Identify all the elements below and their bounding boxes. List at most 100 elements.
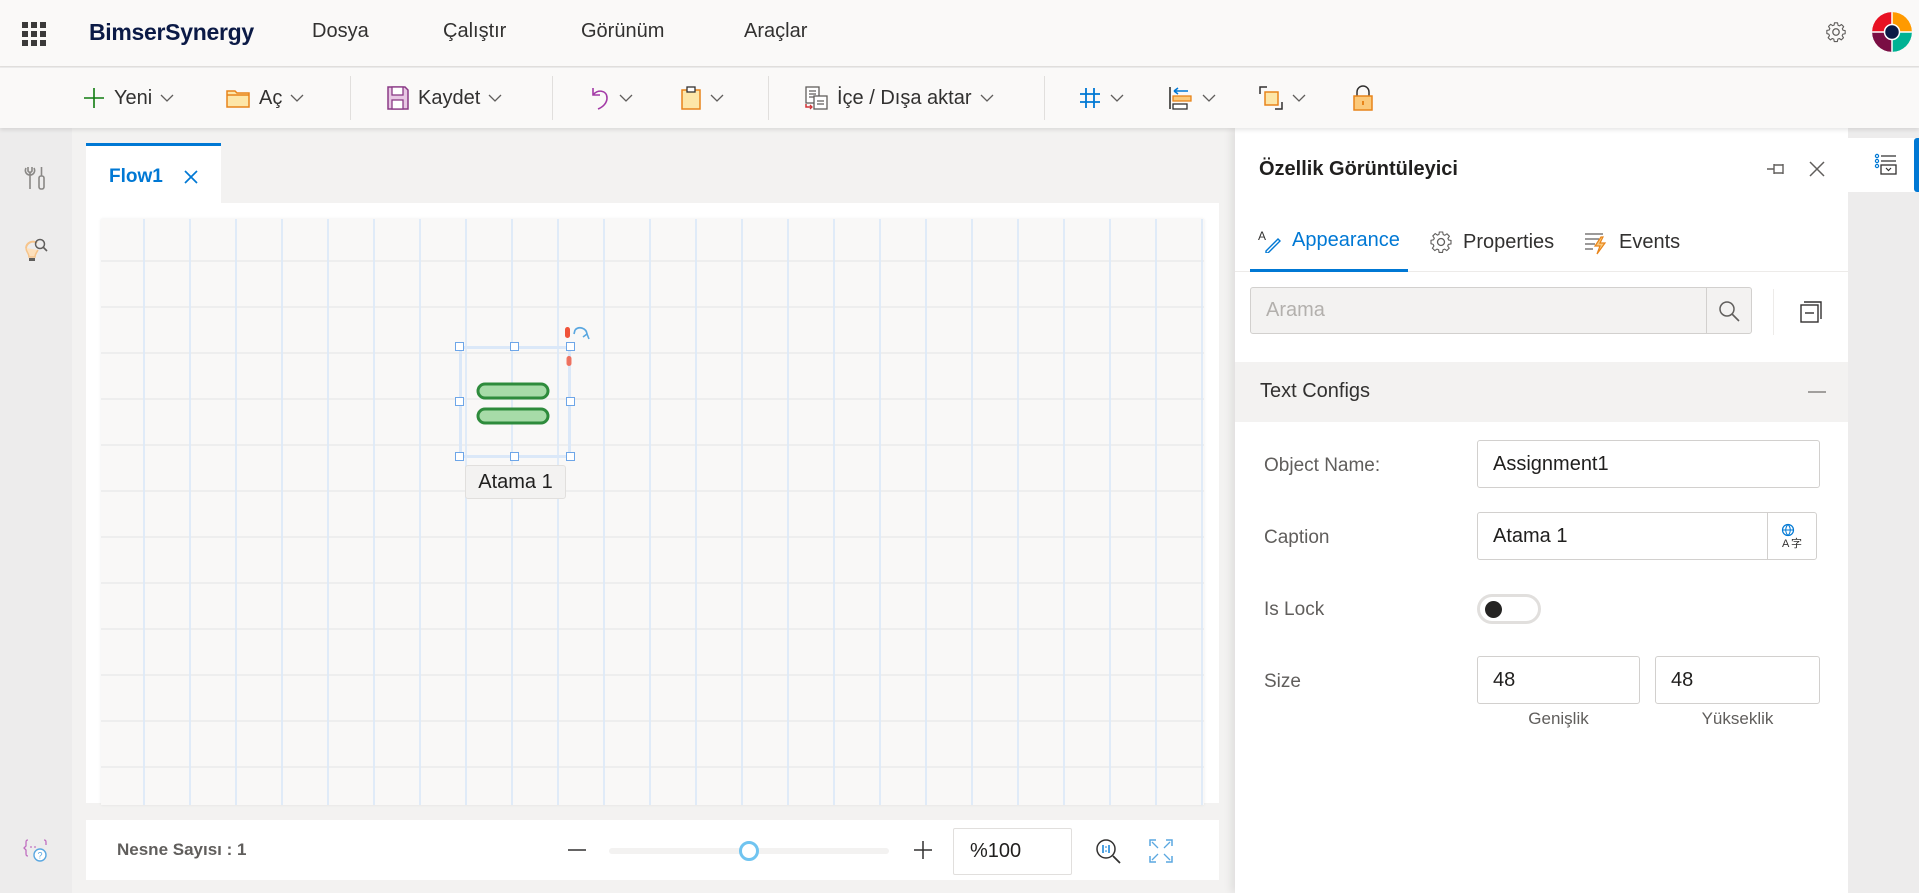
zoom-slider-thumb[interactable]	[739, 841, 759, 861]
rotate-icon[interactable]	[565, 325, 595, 349]
panel-tabs: A Appearance Properties Events	[1235, 212, 1848, 272]
panel-title: Özellik Görüntüleyici	[1259, 158, 1458, 180]
translate-button[interactable]: A 字	[1767, 512, 1817, 560]
width-caption: Genişlik	[1528, 709, 1589, 728]
caption-input[interactable]: Atama 1	[1477, 512, 1817, 560]
zoom-out-icon[interactable]	[566, 839, 588, 861]
svg-text:A: A	[1258, 229, 1266, 243]
lock-button[interactable]	[1351, 80, 1375, 116]
collapse-icon[interactable]	[1808, 391, 1826, 393]
gear-icon[interactable]	[1825, 21, 1847, 43]
chevron-down-icon	[980, 94, 993, 102]
zoom-level-input[interactable]: %100	[953, 828, 1072, 875]
flow-canvas[interactable]	[101, 219, 1204, 805]
tab-events[interactable]: Events	[1583, 212, 1680, 272]
object-count: Nesne Sayısı : 1	[117, 840, 247, 859]
folder-icon	[226, 90, 250, 108]
import-export-icon	[805, 86, 828, 110]
svg-text:?: ?	[37, 851, 42, 861]
tab-appearance[interactable]: A Appearance	[1250, 212, 1408, 272]
resize-handle-n[interactable]	[510, 342, 519, 351]
import-export-button[interactable]: İçe / Dışa aktar	[803, 80, 994, 116]
resize-handle-s[interactable]	[510, 452, 519, 461]
property-panel: Özellik Görüntüleyici A Appearance Prope…	[1235, 128, 1848, 893]
is-lock-toggle[interactable]	[1477, 594, 1541, 624]
toggle-knob	[1485, 601, 1502, 618]
fit-to-screen-icon[interactable]	[1148, 838, 1174, 864]
zoom-reset-icon[interactable]	[1094, 837, 1122, 865]
chevron-down-icon	[290, 94, 304, 102]
chevron-down-icon	[619, 94, 633, 102]
width-input[interactable]: 48	[1477, 656, 1640, 704]
top-bar: BimserSynergy Dosya Çalıştır Görünüm Ara…	[0, 0, 1919, 67]
left-rail: ?	[0, 128, 72, 893]
new-button[interactable]: Yeni	[82, 80, 174, 116]
tab-strip	[86, 143, 1219, 203]
undo-button[interactable]	[589, 80, 633, 116]
align-button[interactable]	[1168, 80, 1216, 116]
search-input[interactable]	[1251, 288, 1706, 333]
tools-icon[interactable]	[22, 164, 50, 192]
resize-handle-se[interactable]	[566, 452, 575, 461]
resize-handle-nw[interactable]	[455, 342, 464, 351]
import-export-label: İçe / Dışa aktar	[837, 86, 972, 109]
waffle-icon[interactable]	[22, 22, 46, 46]
object-name-input[interactable]: Assignment1	[1477, 440, 1820, 488]
events-icon	[1585, 233, 1607, 255]
toolbar-divider	[552, 76, 553, 120]
node-caption[interactable]: Atama 1	[465, 465, 566, 499]
close-icon[interactable]	[1808, 160, 1826, 178]
paste-button[interactable]	[680, 80, 724, 116]
menu-dosya[interactable]: Dosya	[312, 20, 369, 43]
app-title: BimserSynergy	[89, 19, 254, 45]
resize-handle-w[interactable]	[455, 397, 464, 406]
height-input[interactable]: 48	[1655, 656, 1820, 704]
error-indicator-icon	[566, 356, 572, 366]
insight-search-icon[interactable]	[22, 236, 50, 264]
object-name-label: Object Name:	[1264, 455, 1381, 476]
new-label: Yeni	[114, 86, 153, 109]
collapse-all-icon[interactable]	[1799, 300, 1823, 324]
translate-icon: A 字	[1781, 523, 1802, 549]
open-label: Aç	[259, 86, 283, 109]
property-list-button[interactable]	[1848, 138, 1919, 192]
search-button[interactable]	[1706, 288, 1751, 333]
toolbar-divider	[768, 76, 769, 120]
toolbar-divider	[1044, 76, 1045, 120]
chevron-down-icon	[1110, 94, 1124, 102]
pin-icon[interactable]	[1766, 160, 1788, 178]
zoom-slider[interactable]	[609, 841, 889, 861]
close-icon[interactable]	[183, 169, 199, 185]
grid-icon	[1080, 88, 1100, 108]
svg-text:A: A	[1782, 538, 1790, 549]
search-icon	[1719, 300, 1740, 322]
variables-help-icon[interactable]: ?	[22, 836, 50, 864]
property-search	[1250, 287, 1752, 334]
tab-properties[interactable]: Properties	[1429, 212, 1554, 272]
resize-handle-sw[interactable]	[455, 452, 464, 461]
size-label: Size	[1264, 671, 1301, 692]
zoom-in-icon[interactable]	[912, 839, 934, 861]
toolbar-divider	[350, 76, 351, 120]
menu-calistir[interactable]: Çalıştır	[443, 20, 506, 43]
open-button[interactable]: Aç	[225, 80, 304, 116]
menu-gorunum[interactable]: Görünüm	[581, 20, 664, 43]
resize-handle-e[interactable]	[566, 397, 575, 406]
tab-flow1[interactable]: Flow1	[86, 143, 221, 203]
arrange-icon	[1259, 86, 1283, 110]
caption-value: Atama 1	[1493, 525, 1568, 547]
status-bar: Nesne Sayısı : 1 %100	[86, 820, 1219, 880]
height-caption: Yükseklik	[1701, 709, 1774, 728]
arrange-button[interactable]	[1258, 80, 1306, 116]
divider	[1773, 289, 1774, 335]
save-button[interactable]: Kaydet	[386, 80, 502, 116]
tab-appearance-label: Appearance	[1292, 229, 1400, 251]
chevron-down-icon	[160, 94, 174, 102]
menu-araclar[interactable]: Araçlar	[744, 20, 807, 43]
save-icon	[387, 86, 409, 110]
section-text-configs[interactable]: Text Configs	[1235, 362, 1848, 422]
avatar[interactable]	[1872, 12, 1912, 52]
tab-properties-label: Properties	[1463, 230, 1555, 253]
grid-button[interactable]	[1078, 80, 1124, 116]
svg-text:字: 字	[1791, 536, 1802, 549]
